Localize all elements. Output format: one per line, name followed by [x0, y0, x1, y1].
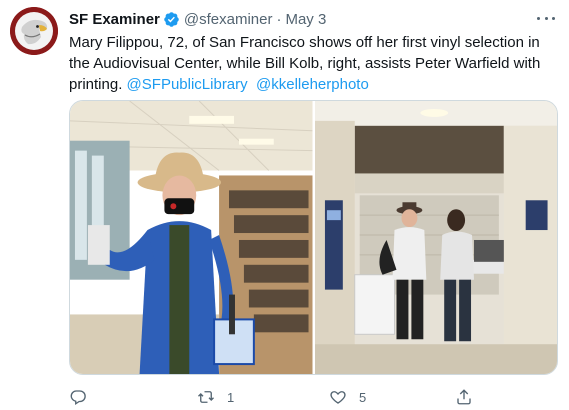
- tweet[interactable]: SF Examiner @sfexaminer · May 3 Mary Fil…: [0, 0, 569, 410]
- reply-button[interactable]: [69, 386, 99, 408]
- more-dot: [537, 16, 540, 20]
- tweet-text: Mary Filippou, 72, of San Francisco show…: [69, 32, 559, 95]
- avatar[interactable]: [10, 7, 58, 55]
- more-dot: [552, 16, 555, 20]
- mention-sfpubliclibrary[interactable]: @SFPublicLibrary: [127, 76, 248, 93]
- share-button[interactable]: [455, 386, 473, 408]
- author-handle[interactable]: @sfexaminer: [184, 11, 273, 28]
- like-count: 5: [359, 389, 367, 405]
- share-icon: [457, 389, 471, 405]
- media-grid: [69, 100, 558, 375]
- author-name[interactable]: SF Examiner: [69, 11, 160, 28]
- reply-icon: [70, 390, 86, 406]
- photo-left[interactable]: [70, 101, 313, 374]
- more-dot: [544, 16, 548, 20]
- tweet-date[interactable]: May 3: [285, 11, 326, 28]
- verified-badge-icon: [164, 11, 179, 27]
- eagle-logo-icon: [10, 7, 58, 55]
- like-button[interactable]: 5: [329, 386, 366, 408]
- more-options-button[interactable]: [537, 9, 555, 27]
- library-photo-image: [70, 101, 313, 374]
- retweet-icon: [198, 391, 214, 403]
- tweet-header: SF Examiner @sfexaminer · May 3: [69, 9, 326, 29]
- separator-dot: ·: [276, 10, 282, 28]
- mention-kkelleherphoto[interactable]: @kkelleherphoto: [256, 76, 369, 93]
- heart-icon: [330, 391, 346, 404]
- retweet-button[interactable]: 1: [197, 386, 234, 408]
- photo-right[interactable]: [314, 101, 557, 374]
- retweet-count: 1: [227, 389, 235, 405]
- tweet-actions: 1 5: [69, 386, 471, 408]
- print-station-photo-image: [314, 101, 557, 374]
